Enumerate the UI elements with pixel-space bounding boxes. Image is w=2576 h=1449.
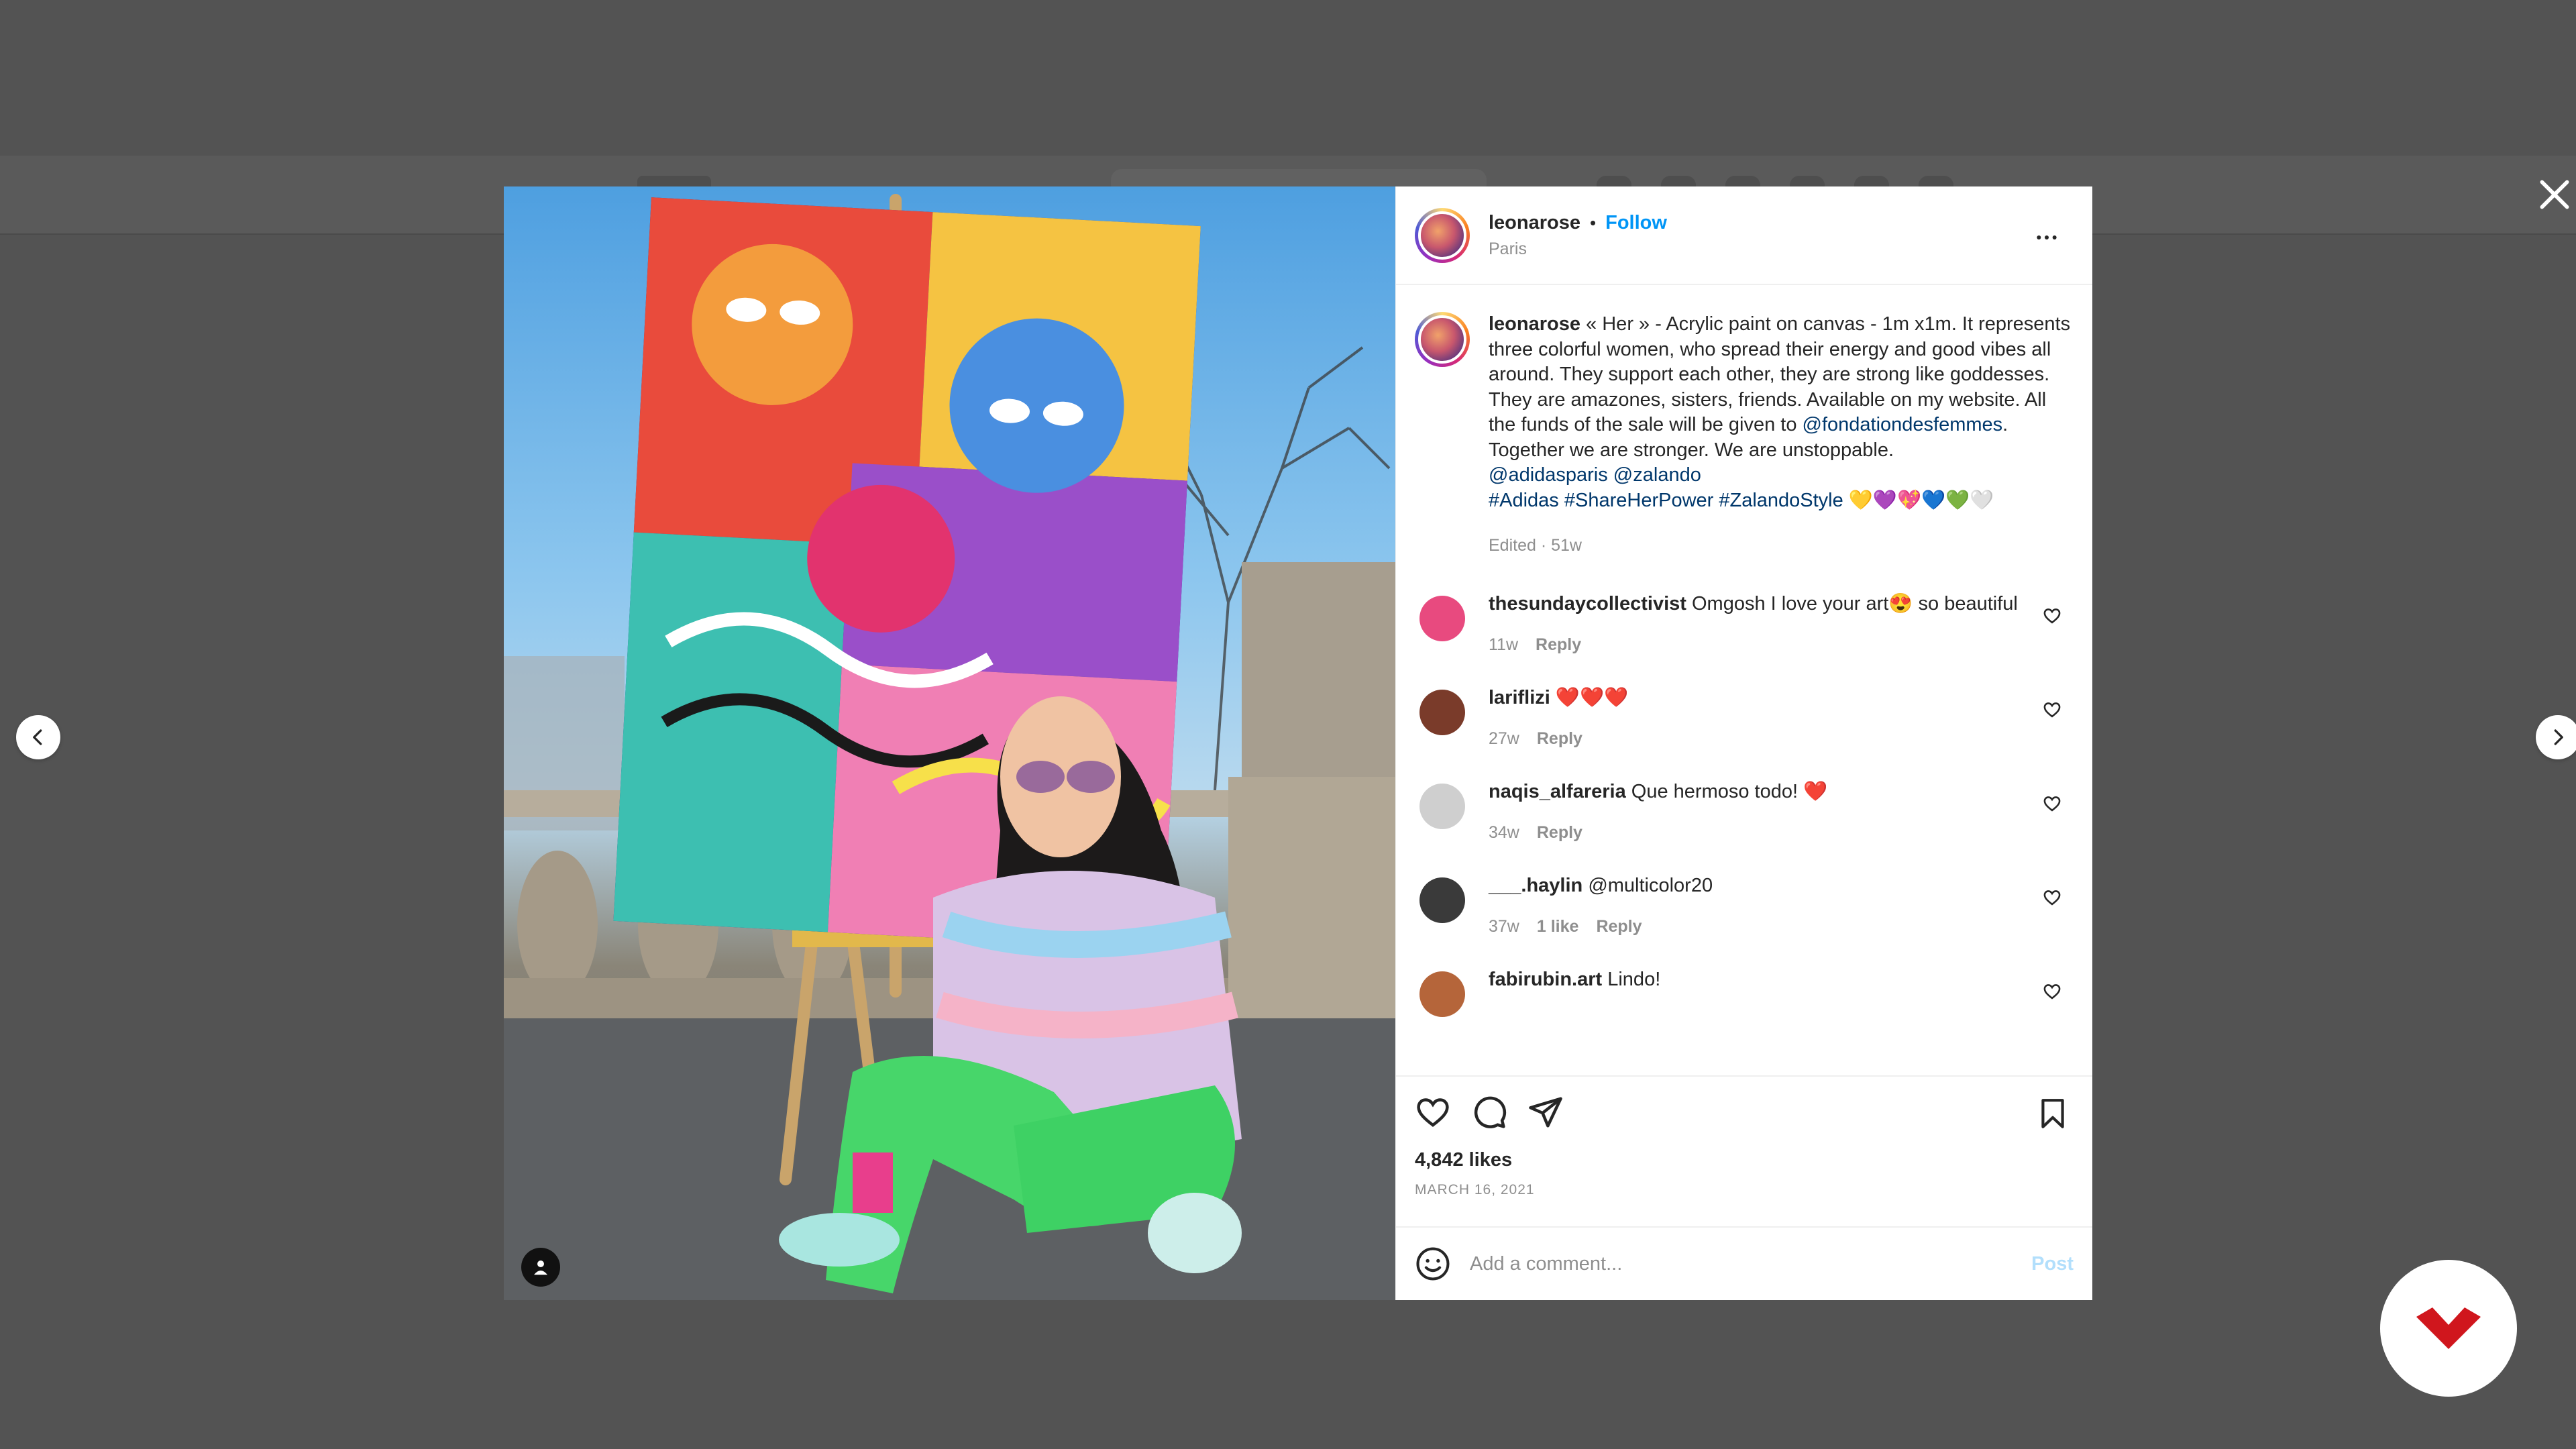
comment-icon[interactable] (1471, 1094, 1507, 1130)
heart-icon[interactable] (2043, 606, 2061, 625)
comment-meta: 34w Reply (1489, 823, 2059, 843)
more-options-button[interactable] (2033, 224, 2060, 254)
comment-list: thesundaycollectivist Omgosh I love your… (1415, 592, 2074, 1017)
comment-item: naqis_alfareria Que hermoso todo! ❤️ 34w… (1415, 780, 2074, 843)
comment-avatar[interactable] (1419, 877, 1465, 923)
comment-avatar[interactable] (1419, 596, 1465, 641)
follow-button[interactable]: Follow (1605, 212, 1667, 234)
chevron-left-icon (33, 729, 42, 745)
more-icon (2037, 235, 2057, 239)
comment-meta: 11w Reply (1489, 635, 2059, 655)
brand-logo-icon (2416, 1307, 2481, 1349)
comment-username[interactable]: ___.haylin (1489, 875, 1582, 896)
caption-emojis: 💛💜💖💙💚🤍 (1848, 489, 1994, 511)
reply-button[interactable]: Reply (1536, 635, 1581, 655)
comment-body: @multicolor20 (1588, 875, 1713, 896)
reply-button[interactable]: Reply (1596, 917, 1642, 936)
close-icon[interactable] (2536, 176, 2573, 213)
comment-time: 37w (1489, 917, 1519, 936)
author-username[interactable]: leonarose (1489, 212, 1580, 234)
bookmark-icon[interactable] (2036, 1095, 2070, 1132)
add-comment-bar: Post (1396, 1226, 2092, 1300)
comment-item: fabirubin.art Lindo! (1415, 967, 2074, 1017)
post-comment-button[interactable]: Post (2031, 1253, 2074, 1275)
post-sidebar: leonarose • Follow Paris leonarose « Her… (1395, 186, 2092, 1300)
comment-body: ❤️❤️❤️ (1555, 687, 1629, 708)
comment-username[interactable]: naqis_alfareria (1489, 781, 1626, 802)
emoji-icon[interactable] (1415, 1246, 1451, 1282)
tagged-user-icon (534, 1260, 547, 1275)
heart-icon[interactable] (2043, 700, 2061, 719)
comment-item: lariflizi ❤️❤️❤️ 27w Reply (1415, 686, 2074, 749)
comment-time: 27w (1489, 729, 1519, 748)
comment-body: Omgosh I love your art😍 so beautiful (1692, 593, 2018, 614)
comment-meta: 27w Reply (1489, 729, 2059, 749)
comment-text: naqis_alfareria Que hermoso todo! ❤️ (1489, 780, 2059, 804)
post-photo[interactable] (504, 186, 1395, 1300)
author-avatar[interactable] (1415, 207, 1470, 263)
comment-item: thesundaycollectivist Omgosh I love your… (1415, 592, 2074, 655)
caption-text: leonarose « Her » - Acrylic paint on can… (1489, 312, 2074, 513)
caption-username[interactable]: leonarose (1489, 313, 1580, 335)
heart-icon[interactable] (2043, 982, 2061, 1001)
chevron-right-icon (2554, 729, 2563, 745)
likes-count[interactable]: 4,842 likes (1415, 1149, 2074, 1171)
comment-meta: 37w 1 like Reply (1489, 917, 2059, 936)
comment-body: Que hermoso todo! ❤️ (1631, 781, 1828, 802)
comment-likes[interactable]: 1 like (1537, 917, 1579, 936)
previous-post-button[interactable] (16, 715, 60, 759)
comment-time: 11w (1489, 635, 1519, 654)
heart-icon[interactable] (2043, 888, 2061, 907)
brand-badge[interactable] (2380, 1260, 2517, 1397)
caption-meta: Edited · 51w (1489, 536, 1582, 555)
comment-avatar[interactable] (1419, 690, 1465, 735)
actions-bar: 4,842 likes MARCH 16, 2021 (1396, 1075, 2092, 1226)
comment-avatar[interactable] (1419, 971, 1465, 1017)
comment-text: ___.haylin @multicolor20 (1489, 873, 2059, 898)
heart-icon[interactable] (2043, 794, 2061, 813)
header-separator: • (1590, 212, 1597, 233)
reply-button[interactable]: Reply (1537, 823, 1582, 843)
share-icon[interactable] (1527, 1094, 1564, 1130)
tagged-user-button[interactable] (521, 1248, 560, 1287)
comment-username[interactable]: lariflizi (1489, 687, 1550, 708)
comment-text: lariflizi ❤️❤️❤️ (1489, 686, 2059, 710)
comment-item: ___.haylin @multicolor20 37w 1 like Repl… (1415, 873, 2074, 936)
heart-icon[interactable] (1415, 1094, 1451, 1130)
post-modal: leonarose • Follow Paris leonarose « Her… (504, 186, 2092, 1300)
reply-button[interactable]: Reply (1537, 729, 1582, 749)
comment-text: fabirubin.art Lindo! (1489, 967, 2059, 992)
comment-username[interactable]: fabirubin.art (1489, 969, 1602, 990)
post-location[interactable]: Paris (1489, 239, 1667, 259)
post-header: leonarose • Follow Paris (1396, 186, 2092, 285)
photo-scene (504, 194, 1395, 1300)
mentions-line[interactable]: @adidasparis @zalando (1489, 464, 1701, 486)
post-date: MARCH 16, 2021 (1415, 1182, 1535, 1197)
comment-avatar[interactable] (1419, 784, 1465, 829)
comment-body: Lindo! (1607, 969, 1661, 990)
comment-text: thesundaycollectivist Omgosh I love your… (1489, 592, 2059, 616)
comment-username[interactable]: thesundaycollectivist (1489, 593, 1686, 614)
hashtags-line[interactable]: #Adidas #ShareHerPower #ZalandoStyle (1489, 490, 1843, 511)
comment-input[interactable] (1470, 1252, 2013, 1275)
comments-section[interactable]: leonarose « Her » - Acrylic paint on can… (1396, 285, 2092, 1075)
mention-link[interactable]: @fondationdesfemmes (1803, 414, 2003, 435)
next-post-button[interactable] (2536, 715, 2576, 759)
caption: leonarose « Her » - Acrylic paint on can… (1415, 312, 2074, 555)
comment-time: 34w (1489, 823, 1519, 842)
caption-avatar[interactable] (1415, 312, 1470, 367)
